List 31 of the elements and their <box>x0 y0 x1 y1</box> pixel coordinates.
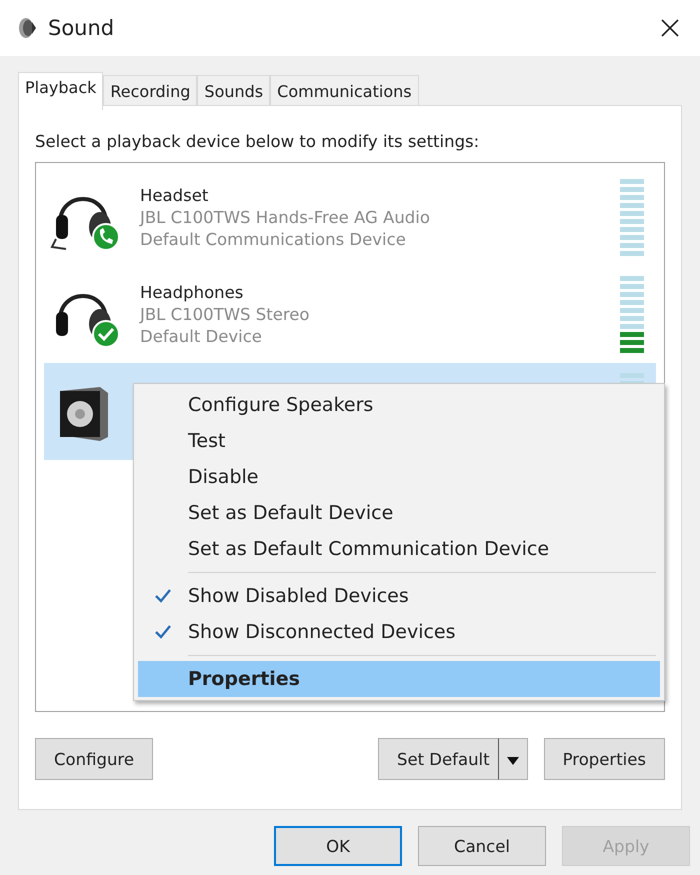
menu-item[interactable]: Configure Speakers <box>138 387 660 423</box>
caret-icon <box>506 756 519 764</box>
device-row[interactable]: Headphones JBL C100TWS Stereo Default Device <box>44 266 656 363</box>
close-icon[interactable] <box>660 18 680 38</box>
speaker-icon <box>18 16 38 40</box>
menu-item[interactable]: Show Disabled Devices <box>138 578 660 614</box>
device-model: JBL C100TWS Hands-Free AG Audio <box>140 208 431 227</box>
properties-button[interactable]: Properties <box>544 738 665 780</box>
device-name: Headphones <box>140 283 244 302</box>
tab[interactable]: Sounds <box>197 75 270 105</box>
tab[interactable]: Playback <box>18 72 104 110</box>
dialog-button[interactable]: Cancel <box>418 826 546 866</box>
device-row[interactable]: Headset JBL C100TWS Hands-Free AG Audio Default Communications Device <box>44 169 656 266</box>
menu-item[interactable]: Properties <box>138 661 660 697</box>
device-name: Headset <box>140 186 210 205</box>
menu-item[interactable]: Test <box>138 423 660 459</box>
device-status: Default Communications Device <box>140 230 407 249</box>
dialog-button[interactable]: OK <box>274 826 402 866</box>
menu-item[interactable]: Set as Default Device <box>138 495 660 531</box>
set-default-button[interactable]: Set Default <box>378 738 498 780</box>
dropdown-button[interactable] <box>498 738 528 780</box>
menu-item[interactable]: Set as Default Communication Device <box>138 531 660 567</box>
configure-button[interactable]: Configure <box>35 738 153 780</box>
instruction-text: Select a playback device below to modify its settings: <box>35 132 480 153</box>
menu-item[interactable]: Show Disconnected Devices <box>138 614 660 650</box>
device-model: JBL C100TWS Stereo <box>140 305 311 324</box>
tab[interactable]: Communications <box>270 75 419 105</box>
menu-item[interactable]: Disable <box>138 459 660 495</box>
tab[interactable]: Recording <box>103 75 198 105</box>
device-status: Default Device <box>140 327 263 346</box>
window-title: Sound <box>48 16 116 40</box>
